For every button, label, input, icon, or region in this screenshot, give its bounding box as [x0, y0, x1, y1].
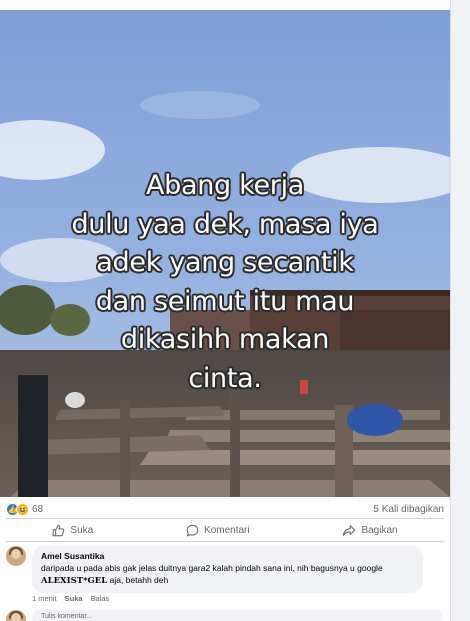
like-button[interactable]: Suka	[52, 524, 93, 537]
share-label: Bagikan	[361, 524, 398, 536]
video-caption-overlay: Abang kerja dulu yaa dek, masa iya adek …	[0, 167, 450, 398]
comment-button[interactable]: Komentari	[186, 524, 250, 537]
comment-bubble: Amel Susantika daripada u pada abis gak …	[32, 546, 423, 593]
comment-text-part: aja, betahh deh	[107, 574, 169, 585]
comment-author[interactable]: Amel Susantika	[41, 551, 414, 561]
comment-bubble-icon	[186, 524, 199, 537]
caption-line: dan seimut itu mau	[95, 285, 355, 317]
comment-text: daripada u pada abis gak jelas duitnya g…	[41, 563, 414, 587]
right-rail	[450, 0, 470, 621]
avatar[interactable]	[6, 610, 26, 621]
caption-line: dulu yaa dek, masa iya	[71, 208, 379, 240]
comment-brand-text: ALEXIST*GEL	[41, 575, 108, 586]
divider	[6, 541, 444, 542]
thumbs-up-icon	[53, 524, 65, 536]
like-label: Suka	[70, 524, 94, 536]
avatar[interactable]	[6, 546, 26, 566]
share-button[interactable]: Bagikan	[342, 524, 398, 537]
caption-line: cinta.	[188, 362, 262, 394]
post-stats: 👍 😆 68 5 Kali dibagikan	[6, 500, 444, 518]
comment-input[interactable]: Tulis komentar...	[32, 610, 443, 621]
haha-icon: 😆	[16, 502, 29, 516]
comment-reply-button[interactable]: Balas	[91, 594, 110, 603]
reactions-summary[interactable]: 👍 😆 68	[6, 502, 44, 516]
caption-line: adek yang secantik	[96, 247, 354, 278]
comment-time[interactable]: 1 menit	[32, 594, 57, 603]
comment-text-part: daripada u pada abis gak jelas duitnya g…	[41, 563, 383, 573]
share-arrow-icon	[343, 524, 356, 536]
comment-label: Komentari	[204, 524, 250, 536]
caption-line: dikasihh makan	[120, 324, 330, 355]
reaction-count: 68	[32, 503, 44, 515]
comment-item: Tulis komentar...	[6, 610, 444, 621]
caption-line: Abang kerja	[145, 170, 305, 201]
comment-item: Amel Susantika daripada u pada abis gak …	[6, 546, 444, 593]
post-actions: Suka Komentari Bagikan	[6, 519, 444, 541]
share-count[interactable]: 5 Kali dibagikan	[373, 504, 444, 515]
facebook-post: Abang kerja dulu yaa dek, masa iya adek …	[0, 0, 450, 621]
comment-meta: 1 menit Suka Balas	[32, 594, 109, 603]
comment-like-button[interactable]: Suka	[65, 594, 83, 603]
post-photo[interactable]: Abang kerja dulu yaa dek, masa iya adek …	[0, 10, 450, 497]
